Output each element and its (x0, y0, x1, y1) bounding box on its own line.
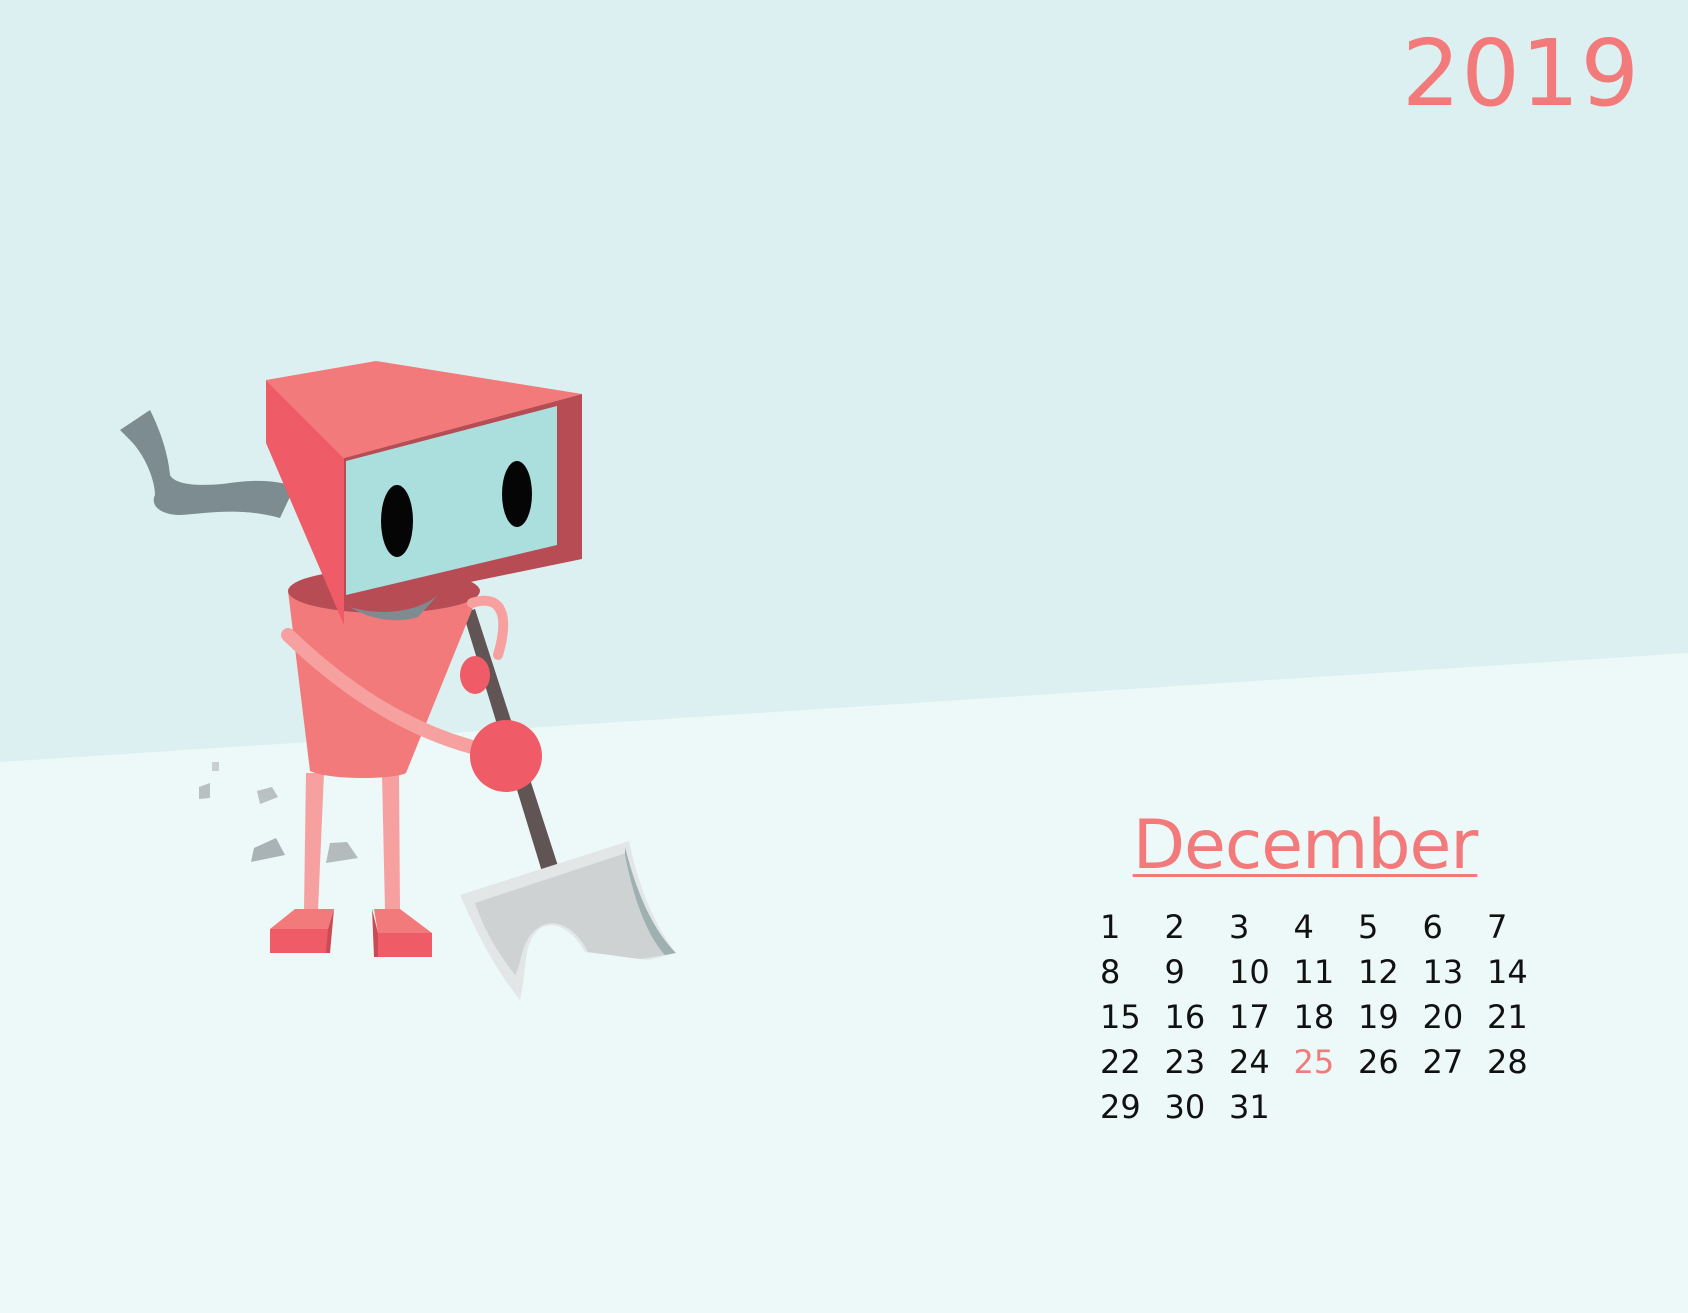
day-cell: 23 (1164, 1043, 1206, 1081)
day-cell: 27 (1422, 1043, 1464, 1081)
day-cell: 12 (1358, 953, 1399, 991)
robot-hand (470, 720, 542, 792)
day-cell: 21 (1487, 998, 1528, 1036)
day-cell: 31 (1229, 1088, 1270, 1126)
day-cell: 26 (1358, 1043, 1399, 1081)
year-title: 2019 (1401, 20, 1640, 127)
day-cell: 9 (1164, 953, 1185, 991)
shoulder-joint (460, 656, 490, 694)
day-cell: 5 (1358, 908, 1379, 946)
day-cell: 4 (1293, 908, 1314, 946)
day-cell: 3 (1229, 908, 1250, 946)
day-cell: 2 (1164, 908, 1185, 946)
day-cell: 10 (1229, 953, 1270, 991)
snow-pebbles-icon (199, 762, 358, 863)
robot-shoveling-snow-icon (120, 361, 676, 1000)
day-cell: 15 (1100, 998, 1141, 1036)
day-cell: 17 (1229, 998, 1270, 1036)
day-cell: 29 (1100, 1088, 1141, 1126)
left-eye-icon (381, 485, 413, 557)
day-cell: 28 (1487, 1043, 1528, 1081)
calendar-page: 2019 December 1 2 3 4 5 6 7 8 9 10 11 12… (0, 0, 1688, 1313)
day-cell-highlighted: 25 (1293, 1043, 1335, 1081)
day-cell: 20 (1422, 998, 1464, 1036)
day-cell: 16 (1164, 998, 1206, 1036)
day-cell: 14 (1487, 953, 1528, 991)
day-cell: 30 (1164, 1088, 1206, 1126)
day-cell: 1 (1100, 908, 1121, 946)
day-cell: 7 (1487, 908, 1508, 946)
right-eye-icon (502, 461, 532, 527)
day-cell: 19 (1358, 998, 1399, 1036)
day-cell: 18 (1293, 998, 1335, 1036)
day-cell: 6 (1422, 908, 1443, 946)
day-cell: 11 (1293, 953, 1335, 991)
day-cell: 13 (1422, 953, 1464, 991)
month-title: December (1132, 806, 1479, 885)
day-cell: 24 (1229, 1043, 1270, 1081)
days-grid: 1 2 3 4 5 6 7 8 9 10 11 12 13 14 15 16 17 18 19 20 21 22 23 24 2… (1100, 905, 1560, 1130)
right-leg (382, 773, 400, 910)
day-cell: 22 (1100, 1043, 1141, 1081)
day-cell: 8 (1100, 953, 1121, 991)
left-leg (304, 773, 324, 910)
left-foot (270, 909, 334, 953)
right-foot (372, 909, 432, 957)
shovel-blade-icon (460, 841, 676, 1000)
